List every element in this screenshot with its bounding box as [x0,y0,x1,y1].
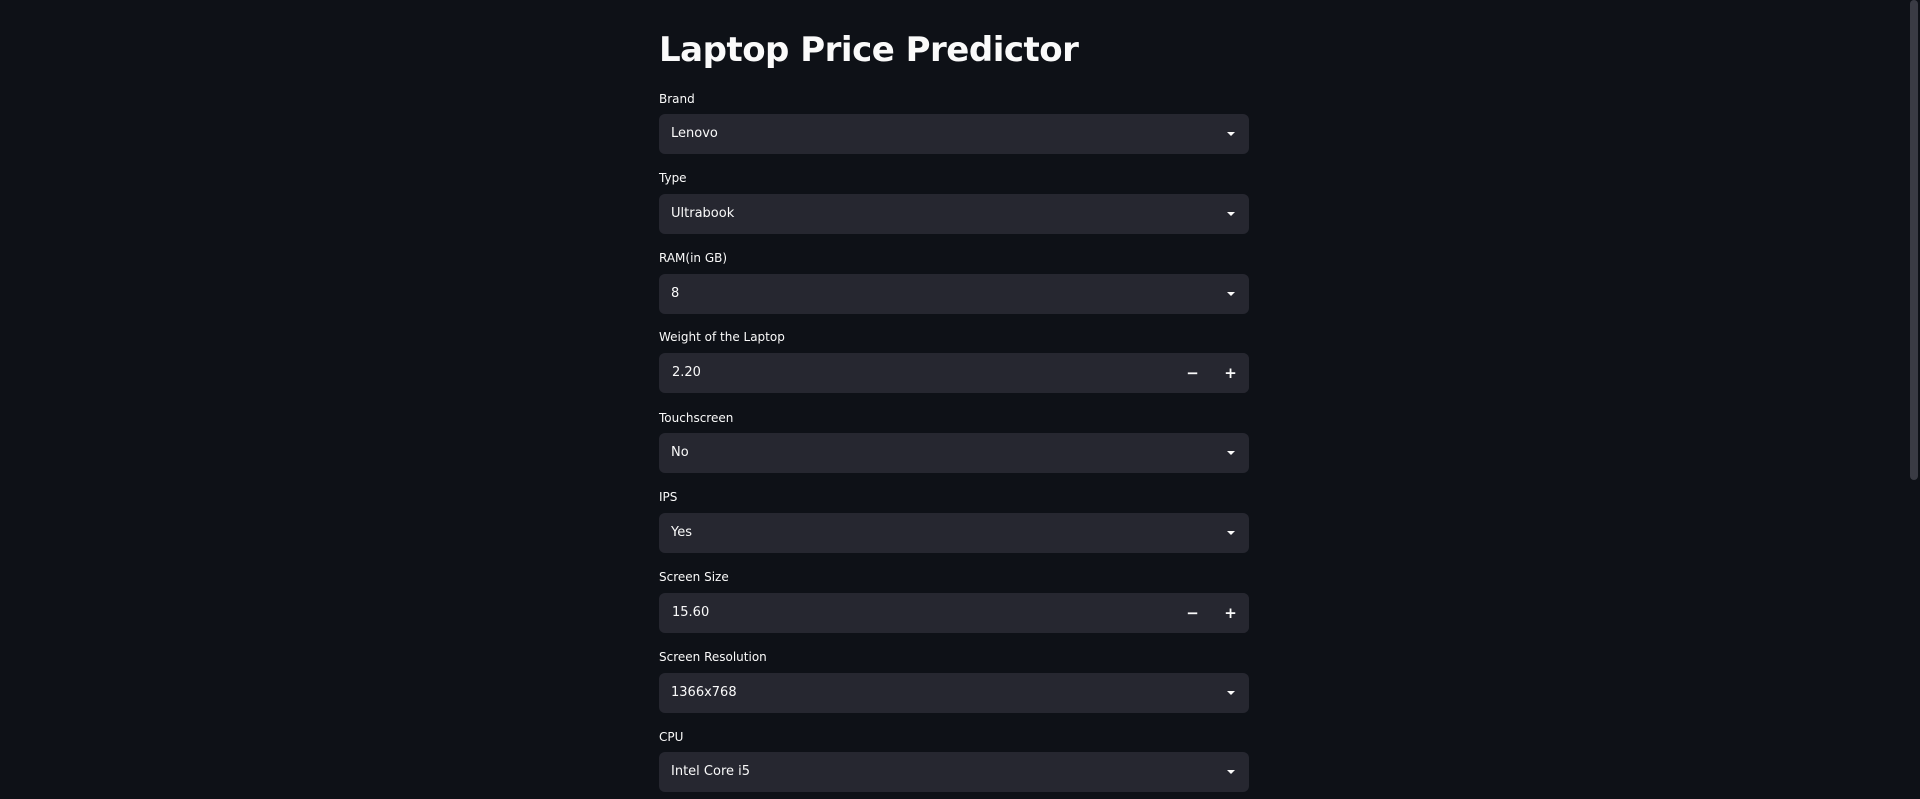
weight-increment-button[interactable]: + [1212,353,1249,393]
cpu-select[interactable]: Intel Core i5 [659,752,1249,792]
screen-resolution-label: Screen Resolution [659,650,767,664]
ram-label: RAM(in GB) [659,251,728,265]
cpu-label: CPU [659,730,684,744]
brand-select[interactable]: Lenovo [659,114,1249,154]
scrollbar-thumb[interactable] [1910,0,1918,480]
type-select[interactable]: Ultrabook [659,194,1249,234]
chevron-down-icon [1227,691,1235,695]
screen-size-number-input: − + [659,593,1249,633]
chevron-down-icon [1227,132,1235,136]
weight-input[interactable] [659,353,1174,393]
chevron-down-icon [1227,770,1235,774]
ips-select[interactable]: Yes [659,513,1249,553]
screen-size-increment-button[interactable]: + [1212,593,1249,633]
ips-select-value: Yes [671,525,692,540]
screen-resolution-select[interactable]: 1366x768 [659,673,1249,713]
touchscreen-select[interactable]: No [659,433,1249,473]
ips-label: IPS [659,490,678,504]
type-select-value: Ultrabook [671,206,735,221]
touchscreen-select-value: No [671,445,689,460]
app-container: Laptop Price Predictor Brand Lenovo Type… [0,0,1920,799]
page-title: Laptop Price Predictor [659,30,1079,70]
chevron-down-icon [1227,292,1235,296]
brand-label: Brand [659,92,695,106]
screen-size-label: Screen Size [659,570,729,584]
screen-resolution-select-value: 1366x768 [671,685,737,700]
chevron-down-icon [1227,451,1235,455]
weight-number-input: − + [659,353,1249,393]
weight-decrement-button[interactable]: − [1174,353,1211,393]
screen-size-decrement-button[interactable]: − [1174,593,1211,633]
ram-select[interactable]: 8 [659,274,1249,314]
weight-label: Weight of the Laptop [659,330,785,344]
cpu-select-value: Intel Core i5 [671,764,751,779]
chevron-down-icon [1227,212,1235,216]
chevron-down-icon [1227,531,1235,535]
brand-select-value: Lenovo [671,126,718,141]
screen-size-input[interactable] [659,593,1174,633]
type-label: Type [659,171,687,185]
page-scrollbar[interactable] [1908,0,1920,799]
touchscreen-label: Touchscreen [659,411,734,425]
ram-select-value: 8 [671,286,680,301]
